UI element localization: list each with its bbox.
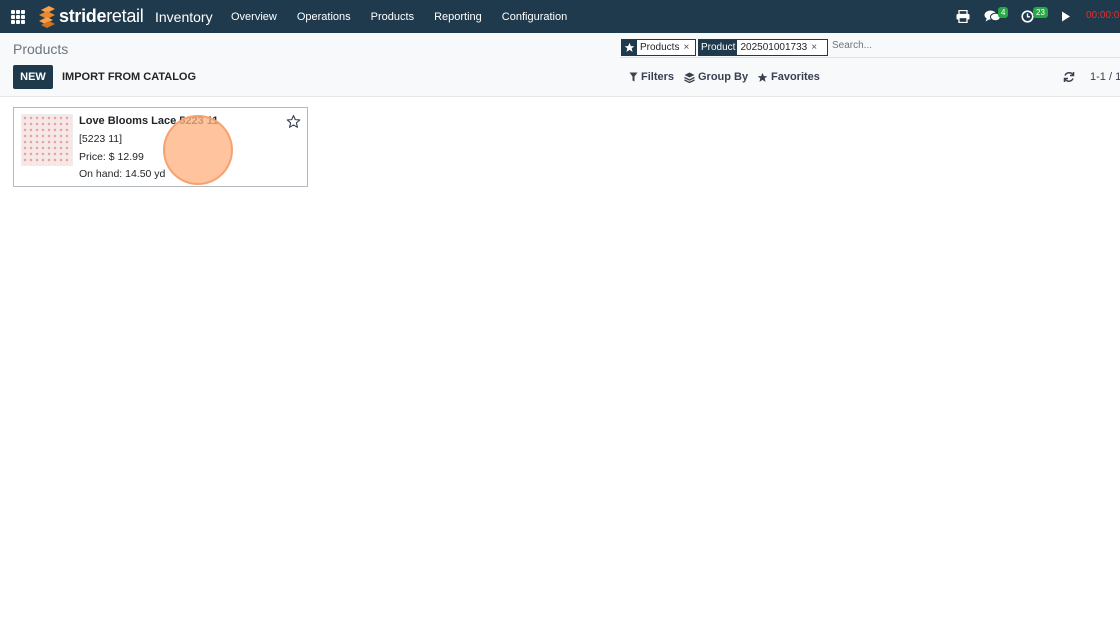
facet-value: 202501001733: [740, 42, 808, 53]
timer-display: 00:00:0: [1086, 10, 1120, 21]
star-icon: [757, 72, 768, 82]
import-from-catalog-button[interactable]: IMPORT FROM CATALOG: [55, 65, 203, 89]
activities-badge: 23: [1033, 7, 1048, 18]
facet-remove-button[interactable]: ×: [810, 40, 820, 55]
filter-icon: [629, 72, 638, 82]
menu-item-operations[interactable]: Operations: [297, 10, 351, 24]
favorites-label: Favorites: [771, 71, 820, 83]
brand-logo[interactable]: strideretail: [37, 4, 144, 28]
stride-logo-icon: [39, 6, 55, 28]
messages-badge: 4: [998, 7, 1009, 18]
new-button[interactable]: NEW: [13, 65, 53, 89]
product-reference: [5223 11]: [79, 133, 123, 145]
menu-item-configuration[interactable]: Configuration: [502, 10, 567, 24]
layers-icon: [684, 72, 695, 83]
favorites-button[interactable]: Favorites: [757, 71, 820, 83]
click-indicator: [163, 115, 233, 185]
search-facet-favorite: Products ×: [621, 39, 696, 56]
search-input[interactable]: [832, 40, 1102, 51]
group-by-label: Group By: [698, 71, 749, 83]
print-icon[interactable]: [956, 10, 970, 23]
pager-value[interactable]: 1-1 / 1: [1090, 71, 1120, 83]
favorite-star-icon[interactable]: [286, 114, 301, 129]
facet-value: Products: [640, 42, 680, 53]
product-kanban-card[interactable]: Love Blooms Lace 5223 11 [5223 11] Price…: [13, 107, 308, 187]
product-on-hand: On hand: 14.50 yd: [79, 168, 166, 180]
menu-item-products[interactable]: Products: [371, 10, 414, 24]
product-price: Price: $ 12.99: [79, 151, 144, 163]
breadcrumb: Products: [13, 41, 69, 57]
facet-label: [622, 40, 637, 55]
apps-grid-icon[interactable]: [11, 10, 25, 24]
star-icon: [624, 42, 635, 52]
brand-text: strideretail: [59, 6, 144, 26]
menu-item-reporting[interactable]: Reporting: [434, 10, 482, 24]
filters-button[interactable]: Filters: [629, 71, 674, 83]
main-menu: Overview Operations Products Reporting C…: [231, 10, 587, 24]
product-image: [21, 114, 73, 166]
search-facet-product: Product 202501001733 ×: [698, 39, 828, 56]
facet-label: Product: [699, 40, 738, 55]
filters-label: Filters: [641, 71, 675, 83]
group-by-button[interactable]: Group By: [684, 71, 748, 83]
play-icon[interactable]: [1061, 11, 1071, 22]
app-name[interactable]: Inventory: [155, 9, 213, 25]
menu-item-overview[interactable]: Overview: [231, 10, 277, 24]
top-navbar: strideretail Inventory Overview Operatio…: [0, 0, 1120, 33]
facet-remove-button[interactable]: ×: [682, 40, 692, 55]
search-bar: Products × Product 202501001733 ×: [620, 38, 1120, 58]
refresh-icon[interactable]: [1063, 71, 1075, 83]
